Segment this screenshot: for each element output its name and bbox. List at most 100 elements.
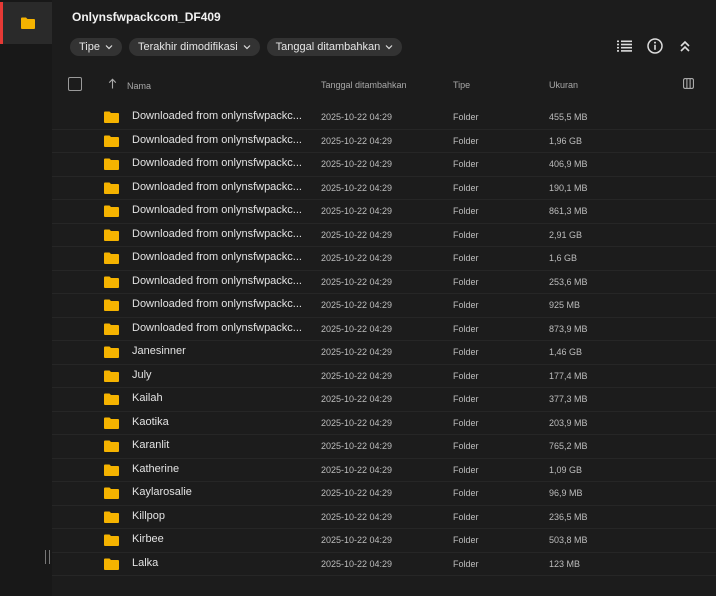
chevron-down-icon [243, 45, 251, 50]
file-size: 503,8 MB [549, 535, 588, 545]
page-title: Onlynsfwpackcom_DF409 [72, 10, 221, 24]
file-name: Kaylarosalie [132, 486, 192, 498]
folder-icon [104, 111, 119, 123]
chevron-down-icon [105, 45, 113, 50]
table-row[interactable]: Kaotika 2025-10-22 04:29 Folder 203,9 MB [52, 412, 716, 435]
folder-icon [104, 370, 119, 382]
table-row[interactable]: Kaylarosalie 2025-10-22 04:29 Folder 96,9 M… [52, 482, 716, 506]
table-row[interactable]: Downloaded from onlynsfwpackc... 2025-10-… [52, 130, 716, 153]
file-type: Folder [453, 441, 479, 451]
file-size: 177,4 MB [549, 370, 588, 381]
table-row[interactable]: Lalka 2025-10-22 04:29 Folder 123 MB [52, 553, 716, 576]
folder-icon [104, 252, 119, 264]
file-size: 925 MB [549, 300, 581, 310]
file-size: 1,96 GB [549, 135, 583, 146]
table-row[interactable]: Downloaded from onlynsfwpackc... 2025-10-… [52, 177, 716, 200]
file-date-added: 2025-10-22 04:29 [321, 276, 393, 287]
file-name: Downloaded from onlynsfwpackc... [132, 251, 302, 263]
file-size: 455,5 MB [549, 112, 588, 122]
file-type: Folder [453, 300, 479, 310]
column-header-date-added[interactable]: Tanggal ditambahkan [321, 80, 407, 90]
table-row[interactable]: Downloaded from onlynsfwpackc... 2025-10-… [52, 318, 716, 341]
filter-added-chip[interactable]: Tanggal ditambahkan [266, 38, 403, 56]
table-row[interactable]: Kailah 2025-10-22 04:29 Folder 377,3 MB [52, 388, 716, 412]
collapse-icon [679, 40, 690, 52]
table-row[interactable]: July 2025-10-22 04:29 Folder 177,4 MB [52, 365, 716, 388]
table-row[interactable]: Downloaded from onlynsfwpackc... 2025-10-… [52, 247, 716, 271]
filter-label: Tanggal ditambahkan [275, 41, 381, 53]
file-name: Killpop [132, 509, 166, 522]
table-row[interactable]: Killpop 2025-10-22 04:29 Folder 236,5 MB [52, 506, 716, 529]
sidebar-item-folder[interactable] [0, 2, 52, 44]
file-name: Kirbee [132, 533, 164, 545]
file-date-added: 2025-10-22 04:29 [321, 347, 393, 357]
file-size: 861,3 MB [549, 206, 588, 216]
folder-icon [104, 346, 119, 358]
table-row[interactable]: Downloaded from onlynsfwpackc... 2025-10-… [52, 294, 716, 318]
file-size: 203,9 MB [549, 417, 588, 428]
folder-icon [104, 487, 119, 499]
file-size: 765,2 MB [549, 441, 588, 451]
filter-modified-chip[interactable]: Terakhir dimodifikasi [129, 38, 260, 56]
folder-icon [20, 17, 35, 29]
file-name: Kaotika [132, 415, 169, 428]
file-name: July [132, 368, 152, 381]
list-view-icon [617, 40, 632, 52]
file-type: Folder [453, 464, 479, 475]
table-row[interactable]: Katherine 2025-10-22 04:29 Folder 1,09 GB [52, 459, 716, 482]
collapse-button[interactable] [675, 36, 694, 56]
list-view-button[interactable] [615, 36, 634, 56]
filter-bar: Tipe Terakhir dimodifikasi Tanggal ditam… [70, 38, 403, 56]
file-name: Kailah [132, 392, 163, 404]
file-size: 190,1 MB [549, 182, 588, 193]
file-size: 1,09 GB [549, 464, 583, 475]
file-name: Downloaded from onlynsfwpackc... [132, 110, 302, 122]
table-row[interactable]: Downloaded from onlynsfwpackc... 2025-10-… [52, 271, 716, 294]
sidebar-resize-handle[interactable] [45, 550, 50, 564]
file-type: Folder [453, 159, 479, 169]
folder-icon [104, 534, 119, 546]
file-name: Katherine [132, 462, 180, 475]
file-size: 1,46 GB [549, 347, 583, 357]
file-type: Folder [453, 229, 479, 240]
column-header-name[interactable]: Nama [127, 81, 151, 91]
file-type: Folder [453, 488, 479, 498]
chevron-down-icon [385, 45, 393, 50]
sort-ascending-icon[interactable] [108, 78, 117, 89]
file-size: 406,9 MB [549, 159, 588, 169]
table-row[interactable]: Kirbee 2025-10-22 04:29 Folder 503,8 MB [52, 529, 716, 553]
filter-type-chip[interactable]: Tipe [70, 38, 122, 56]
column-header-size[interactable]: Ukuran [549, 80, 578, 90]
file-name: Downloaded from onlynsfwpackc... [132, 180, 302, 193]
table-row[interactable]: Janesinner 2025-10-22 04:29 Folder 1,46 GB [52, 341, 716, 365]
file-date-added: 2025-10-22 04:29 [321, 558, 393, 569]
file-name: Downloaded from onlynsfwpackc... [132, 227, 302, 240]
column-header-type[interactable]: Tipe [453, 80, 470, 90]
table-row[interactable]: Downloaded from onlynsfwpackc... 2025-10-… [52, 153, 716, 177]
table-row[interactable]: Downloaded from onlynsfwpackc... 2025-10-… [52, 106, 716, 130]
filter-label: Tipe [79, 41, 100, 53]
columns-icon[interactable] [683, 78, 694, 89]
folder-icon [104, 299, 119, 311]
file-date-added: 2025-10-22 04:29 [321, 417, 393, 428]
file-type: Folder [453, 511, 479, 522]
file-type: Folder [453, 370, 479, 381]
file-date-added: 2025-10-22 04:29 [321, 159, 393, 169]
file-type: Folder [453, 112, 479, 122]
info-button[interactable] [645, 36, 664, 56]
file-size: 873,9 MB [549, 323, 588, 334]
folder-icon [104, 229, 119, 241]
folder-icon [104, 323, 119, 335]
folder-icon [104, 393, 119, 405]
table-row[interactable]: Karanlit 2025-10-22 04:29 Folder 765,2 MB [52, 435, 716, 459]
file-type: Folder [453, 347, 479, 357]
table-row[interactable]: Downloaded from onlynsfwpackc... 2025-10-… [52, 200, 716, 224]
file-date-added: 2025-10-22 04:29 [321, 441, 393, 451]
folder-icon [104, 464, 119, 476]
folder-icon [104, 417, 119, 429]
table-row[interactable]: Downloaded from onlynsfwpackc... 2025-10-… [52, 224, 716, 247]
file-date-added: 2025-10-22 04:29 [321, 394, 393, 404]
folder-icon [104, 276, 119, 288]
select-all-checkbox[interactable] [68, 77, 82, 91]
file-size: 123 MB [549, 558, 581, 569]
